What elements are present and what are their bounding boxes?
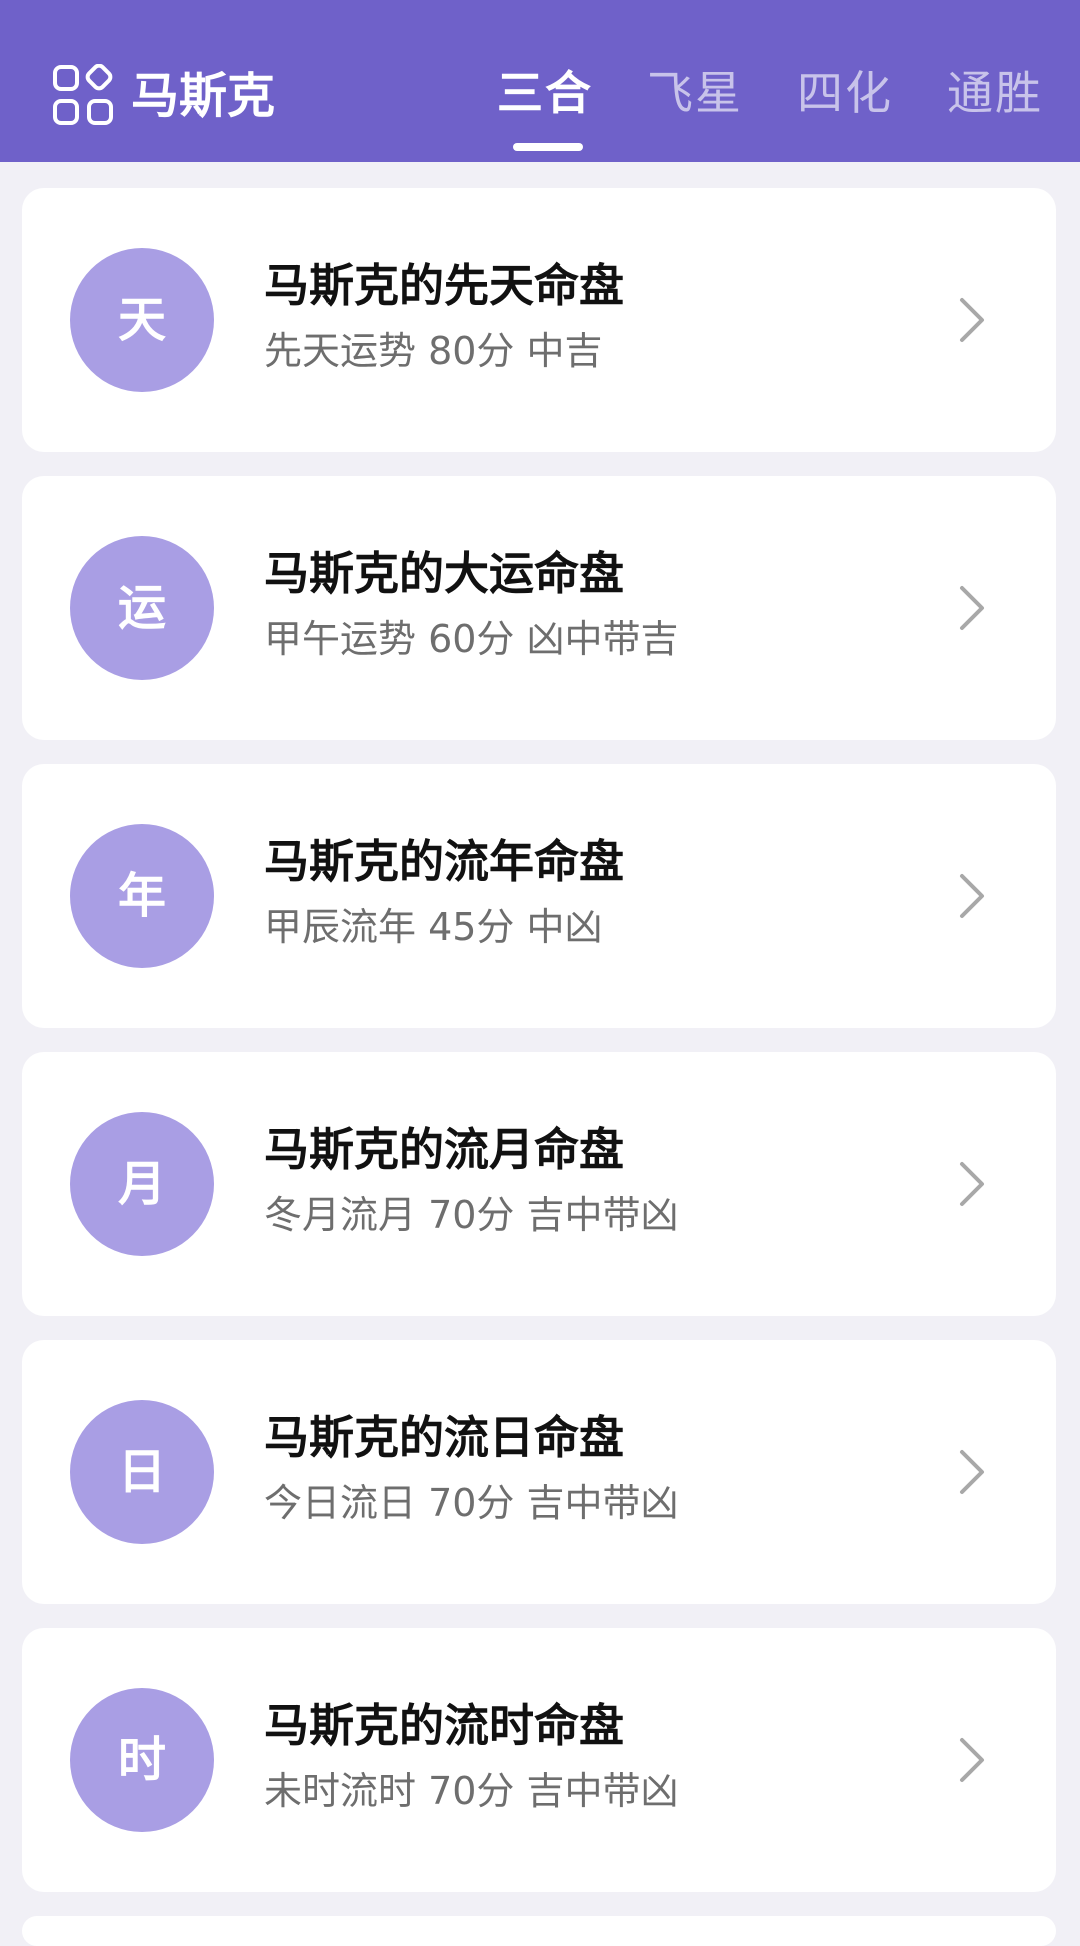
apps-grid-icon[interactable] — [52, 64, 114, 126]
chart-avatar: 天 — [70, 248, 214, 392]
chart-avatar: 时 — [70, 1688, 214, 1832]
chart-card-liuri[interactable]: 日 马斯克的流日命盘 今日流日 70分 吉中带凶 — [22, 1340, 1056, 1604]
chart-title: 马斯克的先天命盘 — [264, 259, 625, 312]
chevron-right-icon — [960, 874, 984, 918]
chevron-right-icon — [960, 1450, 984, 1494]
tab-label: 飞星 — [647, 66, 743, 120]
chevron-right-icon — [960, 586, 984, 630]
chart-subtitle: 冬月流月 70分 吉中带凶 — [264, 1193, 679, 1237]
chart-avatar: 月 — [70, 1112, 214, 1256]
tab-label: 通胜 — [947, 66, 1043, 120]
chart-subtitle: 未时流时 70分 吉中带凶 — [264, 1769, 679, 1813]
tab-feixing[interactable]: 飞星 — [630, 60, 760, 162]
chart-subtitle: 今日流日 70分 吉中带凶 — [264, 1481, 679, 1525]
tab-sanhe[interactable]: 三合 — [480, 60, 610, 162]
chart-card-liushi[interactable]: 时 马斯克的流时命盘 未时流时 70分 吉中带凶 — [22, 1628, 1056, 1892]
chevron-right-icon — [960, 1162, 984, 1206]
tab-label: 三合 — [497, 66, 593, 120]
app-title: 马斯克 — [131, 68, 276, 124]
chart-card-liunian[interactable]: 年 马斯克的流年命盘 甲辰流年 45分 中凶 — [22, 764, 1056, 1028]
tab-label: 四化 — [797, 66, 893, 120]
chart-subtitle: 甲午运势 60分 凶中带吉 — [264, 617, 679, 661]
chart-card-xiantian[interactable]: 天 马斯克的先天命盘 先天运势 80分 中吉 — [22, 188, 1056, 452]
chevron-right-icon — [960, 298, 984, 342]
chart-list: 天 马斯克的先天命盘 先天运势 80分 中吉 运 马斯克的大运命盘 甲午运势 6… — [22, 188, 1056, 1916]
chart-subtitle: 先天运势 80分 中吉 — [264, 329, 603, 373]
chart-card-liuyue[interactable]: 月 马斯克的流月命盘 冬月流月 70分 吉中带凶 — [22, 1052, 1056, 1316]
next-card-peek — [22, 1916, 1056, 1946]
tab-tongsheng[interactable]: 通胜 — [930, 60, 1060, 162]
chart-avatar: 日 — [70, 1400, 214, 1544]
chart-avatar: 年 — [70, 824, 214, 968]
chart-title: 马斯克的流时命盘 — [264, 1699, 625, 1752]
tab-sihua[interactable]: 四化 — [780, 60, 910, 162]
chart-title: 马斯克的大运命盘 — [264, 547, 625, 600]
chart-title: 马斯克的流月命盘 — [264, 1123, 625, 1176]
active-tab-indicator — [513, 143, 583, 151]
chart-subtitle: 甲辰流年 45分 中凶 — [264, 905, 603, 949]
chart-avatar: 运 — [70, 536, 214, 680]
chart-title: 马斯克的流年命盘 — [264, 835, 625, 888]
chart-card-dayun[interactable]: 运 马斯克的大运命盘 甲午运势 60分 凶中带吉 — [22, 476, 1056, 740]
chevron-right-icon — [960, 1738, 984, 1782]
chart-title: 马斯克的流日命盘 — [264, 1411, 625, 1464]
tab-bar: 三合 飞星 四化 通胜 — [480, 60, 1060, 162]
app-header: 马斯克 三合 飞星 四化 通胜 — [0, 0, 1080, 162]
